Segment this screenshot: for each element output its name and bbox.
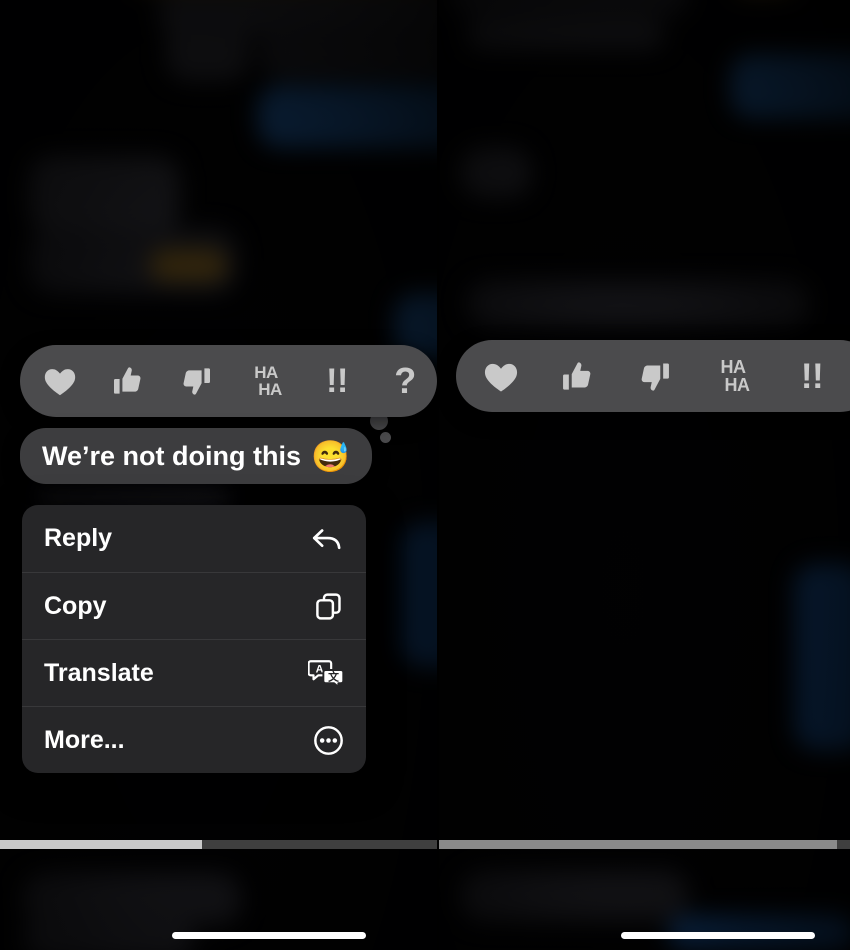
reaction-thumbs-down[interactable] [162, 345, 230, 417]
left-message-emoji: 😅 [311, 438, 350, 474]
reaction-thumbs-up[interactable] [94, 345, 162, 417]
reaction-exclamation-label: !! [326, 362, 348, 400]
right-scrollbar-thumb[interactable] [437, 840, 837, 849]
reaction-heart[interactable] [462, 340, 539, 412]
haha-line-2: HA [724, 375, 751, 395]
right-home-indicator [621, 932, 815, 939]
right-reaction-bar[interactable]: HA HA !! [456, 340, 850, 412]
reaction-exclamation-label: !! [800, 356, 824, 396]
right-dimming-scrim [437, 0, 850, 950]
haha-line-1: HA [720, 357, 747, 377]
left-scrollbar-thumb[interactable] [0, 840, 202, 849]
menu-item-more-label: More... [44, 725, 125, 754]
haha-line-1: HA [254, 363, 278, 382]
left-reaction-bar[interactable]: HA HA !! ? [20, 345, 437, 417]
reaction-haha[interactable]: HA HA [693, 340, 773, 412]
menu-item-copy[interactable]: Copy [22, 572, 366, 639]
panel-divider [437, 0, 439, 950]
haha-line-2: HA [258, 380, 282, 399]
reply-arrow-icon [310, 524, 344, 554]
reaction-exclamation[interactable]: !! [302, 345, 372, 417]
menu-item-reply-label: Reply [44, 524, 113, 552]
svg-text:文: 文 [328, 669, 339, 683]
left-message-text: We’re not doing this [42, 440, 301, 471]
left-screenshot-panel: HA HA !! ? We’re not doing this 😅 Reply [0, 0, 437, 950]
left-reaction-tail-dot-small [380, 432, 391, 443]
left-message-bubble[interactable]: We’re not doing this 😅 [20, 428, 372, 484]
screenshot-collage: HA HA !! ? We’re not doing this 😅 Reply [0, 0, 850, 950]
translate-speech-bubbles-icon: A 文 [308, 658, 344, 688]
reaction-haha[interactable]: HA HA [230, 345, 302, 417]
left-context-menu: Reply Copy Translate A 文 More... [22, 505, 366, 773]
reaction-exclamation[interactable]: !! [773, 340, 850, 412]
reaction-thumbs-down[interactable] [616, 340, 693, 412]
reaction-question-label: ? [394, 360, 416, 401]
menu-item-reply[interactable]: Reply [22, 505, 366, 572]
left-home-indicator [172, 932, 366, 939]
right-screenshot-panel: HA HA !! You’re not a cat This got me- R… [437, 0, 850, 950]
reaction-thumbs-up[interactable] [539, 340, 616, 412]
more-ellipsis-circle-icon [313, 725, 344, 756]
menu-item-more[interactable]: More... [22, 706, 366, 773]
menu-item-translate-label: Translate [44, 658, 154, 687]
menu-item-translate[interactable]: Translate A 文 [22, 639, 366, 706]
menu-item-copy-label: Copy [44, 591, 107, 620]
copy-documents-icon [313, 591, 344, 622]
reaction-question[interactable]: ? [372, 345, 437, 417]
reaction-heart[interactable] [26, 345, 94, 417]
